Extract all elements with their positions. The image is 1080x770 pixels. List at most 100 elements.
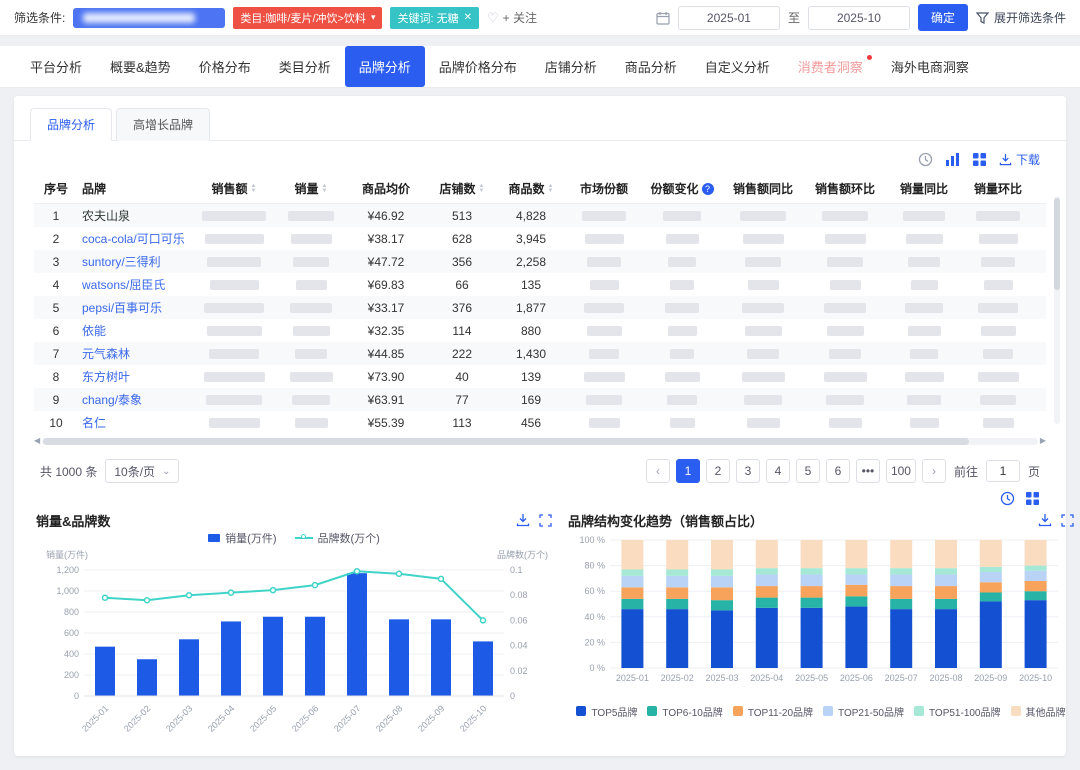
sub-tab-2[interactable]: 高增长品牌 xyxy=(116,108,210,141)
legend-item[interactable]: TOP6-10品牌 xyxy=(647,704,722,719)
nav-tab-3[interactable]: 价格分布 xyxy=(185,46,265,87)
redacted-value xyxy=(829,349,861,359)
sort-icon[interactable]: ▲▼ xyxy=(251,184,257,194)
column-header[interactable]: 销售额▲▼ xyxy=(190,180,278,197)
column-header[interactable]: 商品数▲▼ xyxy=(496,180,566,197)
column-header-label: 销售额同比 xyxy=(733,180,793,197)
legend-item[interactable]: TOP11-20品牌 xyxy=(733,704,813,719)
brand-name-link: 农夫山泉 xyxy=(82,207,130,224)
legend-swatch xyxy=(733,706,743,716)
nav-tab-8[interactable]: 商品分析 xyxy=(611,46,691,87)
legend-item-bar[interactable]: 销量(万件) xyxy=(208,530,276,546)
column-header-label: 序号 xyxy=(44,180,68,197)
sort-icon[interactable]: ▲▼ xyxy=(322,184,328,194)
column-header[interactable]: 销量▲▼ xyxy=(278,180,344,197)
fullscreen-icon[interactable] xyxy=(539,513,552,527)
redacted-value xyxy=(670,418,695,428)
brand-name-link[interactable]: 元气森林 xyxy=(82,345,130,362)
confirm-button[interactable]: 确定 xyxy=(918,4,968,31)
download-chart-icon[interactable] xyxy=(516,513,530,527)
sort-icon[interactable]: ▲▼ xyxy=(479,184,485,194)
brand-name-link[interactable]: 名仁 xyxy=(82,414,106,431)
page-size-select[interactable]: 10条/页 ⌄ xyxy=(105,459,179,483)
brand-name-link[interactable]: 东方树叶 xyxy=(82,368,130,385)
nav-tab-4[interactable]: 类目分析 xyxy=(265,46,345,87)
redacted-value xyxy=(205,234,264,244)
page-button-4[interactable]: 4 xyxy=(766,459,790,483)
page-button-1[interactable]: 1 xyxy=(676,459,700,483)
table-vertical-scrollbar[interactable] xyxy=(1054,196,1060,424)
brand-name-link[interactable]: watsons/屈臣氏 xyxy=(82,276,165,293)
redacted-value xyxy=(207,326,262,336)
legend-item[interactable]: TOP21-50品牌 xyxy=(823,704,904,719)
table-cell xyxy=(886,349,962,359)
fullscreen-icon[interactable] xyxy=(1061,513,1074,527)
next-page-button[interactable]: › xyxy=(922,459,946,483)
vscroll-thumb[interactable] xyxy=(1054,198,1060,290)
table-cell: 7 xyxy=(34,347,78,361)
grid-layout-icon[interactable] xyxy=(1025,491,1040,506)
nav-tab-10[interactable]: 消费者洞察 xyxy=(784,46,877,87)
redacted-value xyxy=(290,372,333,382)
download-table-button[interactable]: 下载 xyxy=(999,151,1040,168)
nav-tab-2[interactable]: 概要&趋势 xyxy=(96,46,185,87)
redacted-value xyxy=(908,257,940,267)
brand-name-link[interactable]: suntory/三得利 xyxy=(82,253,161,270)
nav-tab-6[interactable]: 品牌价格分布 xyxy=(425,46,531,87)
page-button-2[interactable]: 2 xyxy=(706,459,730,483)
table-cell xyxy=(190,418,278,428)
page-ellipsis[interactable]: ••• xyxy=(856,459,880,483)
prev-page-button[interactable]: ‹ xyxy=(646,459,670,483)
column-header[interactable]: 店铺数▲▼ xyxy=(428,180,496,197)
hscroll-track[interactable] xyxy=(42,438,1038,445)
table-cell: ¥55.39 xyxy=(344,416,428,430)
legend-item-line[interactable]: 品牌数(万个) xyxy=(295,530,380,546)
selected-brand-pill-redacted[interactable] xyxy=(73,8,225,28)
brand-name-link[interactable]: pepsi/百事可乐 xyxy=(82,299,162,316)
expand-filters-button[interactable]: 展开筛选条件 xyxy=(976,9,1066,26)
svg-text:品牌数(万个): 品牌数(万个) xyxy=(497,549,548,560)
nav-tab-9[interactable]: 自定义分析 xyxy=(691,46,784,87)
date-end-input[interactable]: 2025-10 xyxy=(808,6,910,30)
sort-icon[interactable]: ▲▼ xyxy=(548,184,554,194)
brand-name-link[interactable]: coca-cola/可口可乐 xyxy=(82,230,185,247)
column-header[interactable]: 份额变化? xyxy=(642,180,722,197)
scroll-right-arrow-icon[interactable]: ▶ xyxy=(1040,437,1046,445)
close-icon[interactable]: ✕ xyxy=(464,13,472,23)
legend-item[interactable]: 其他品牌 xyxy=(1011,704,1066,719)
combo-chart-title: 销量&品牌数 xyxy=(36,511,110,530)
category-filter-tag[interactable]: 类目:咖啡/麦片/冲饮>饮料 ▾ xyxy=(233,7,382,29)
page-button-100[interactable]: 100 xyxy=(886,459,916,483)
brand-name-link[interactable]: chang/泰象 xyxy=(82,391,142,408)
page-button-6[interactable]: 6 xyxy=(826,459,850,483)
hscroll-thumb[interactable] xyxy=(43,438,969,445)
info-icon[interactable]: ? xyxy=(702,183,714,195)
redacted-value xyxy=(824,303,866,313)
table-cell xyxy=(642,280,722,290)
table-cell: 456 xyxy=(496,416,566,430)
svg-text:2025-10: 2025-10 xyxy=(458,703,488,733)
page-button-3[interactable]: 3 xyxy=(736,459,760,483)
table-cell: 113 xyxy=(428,416,496,430)
date-start-input[interactable]: 2025-01 xyxy=(678,6,780,30)
brand-name-link[interactable]: 依能 xyxy=(82,322,106,339)
history-icon[interactable] xyxy=(918,152,933,167)
nav-tab-11[interactable]: 海外电商洞察 xyxy=(877,46,983,87)
bar-chart-icon[interactable] xyxy=(945,152,960,167)
scroll-left-arrow-icon[interactable]: ◀ xyxy=(34,437,40,445)
table-cell xyxy=(642,303,722,313)
main-card: 品牌分析高增长品牌 下载 序号品牌销售额▲▼销量▲▼商品均价店铺数▲▼商品数▲▼… xyxy=(14,96,1066,756)
nav-tab-7[interactable]: 店铺分析 xyxy=(531,46,611,87)
sub-tab-1[interactable]: 品牌分析 xyxy=(30,108,112,141)
follow-button[interactable]: ♡ + 关注 xyxy=(487,9,537,26)
download-chart-icon[interactable] xyxy=(1038,513,1052,527)
goto-page-input[interactable] xyxy=(986,460,1020,482)
legend-item[interactable]: TOP51-100品牌 xyxy=(914,704,1001,719)
page-button-5[interactable]: 5 xyxy=(796,459,820,483)
nav-tab-5[interactable]: 品牌分析 xyxy=(345,46,425,87)
grid-view-icon[interactable] xyxy=(972,152,987,167)
nav-tab-1[interactable]: 平台分析 xyxy=(16,46,96,87)
legend-item[interactable]: TOP5品牌 xyxy=(576,704,637,719)
keyword-filter-tag[interactable]: 关键词: 无糖 ✕ xyxy=(390,7,479,29)
history-clock-icon[interactable] xyxy=(1000,491,1015,506)
